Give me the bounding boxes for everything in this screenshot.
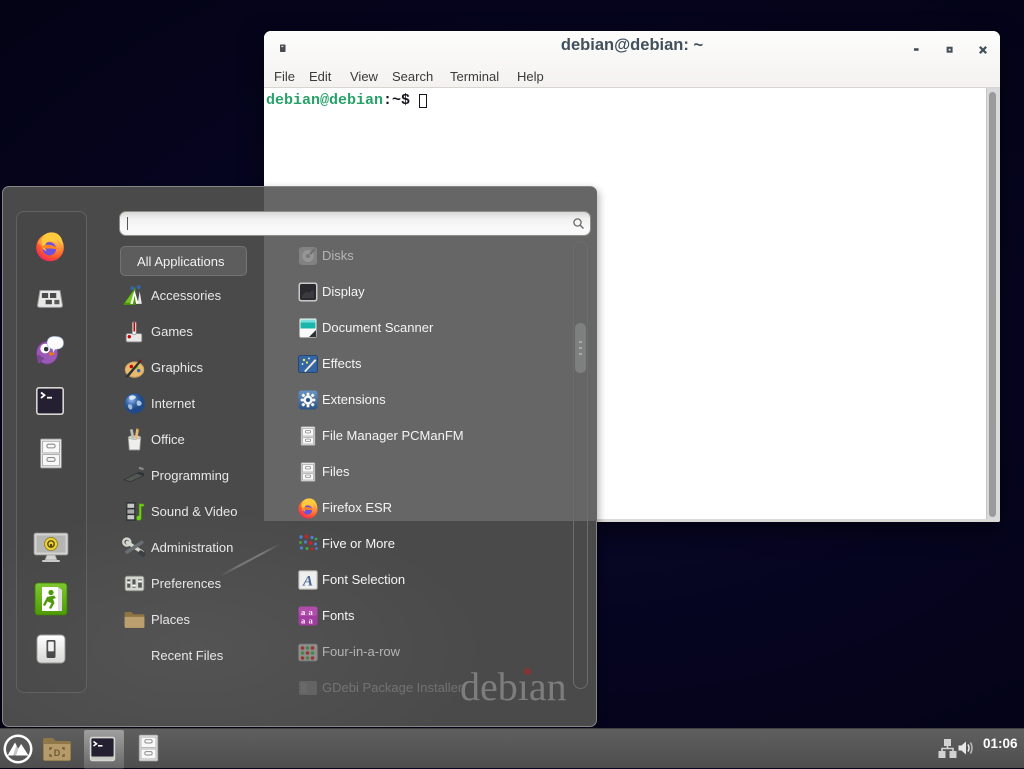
svg-text:D: D — [54, 748, 61, 758]
svg-text:A: A — [302, 574, 313, 590]
